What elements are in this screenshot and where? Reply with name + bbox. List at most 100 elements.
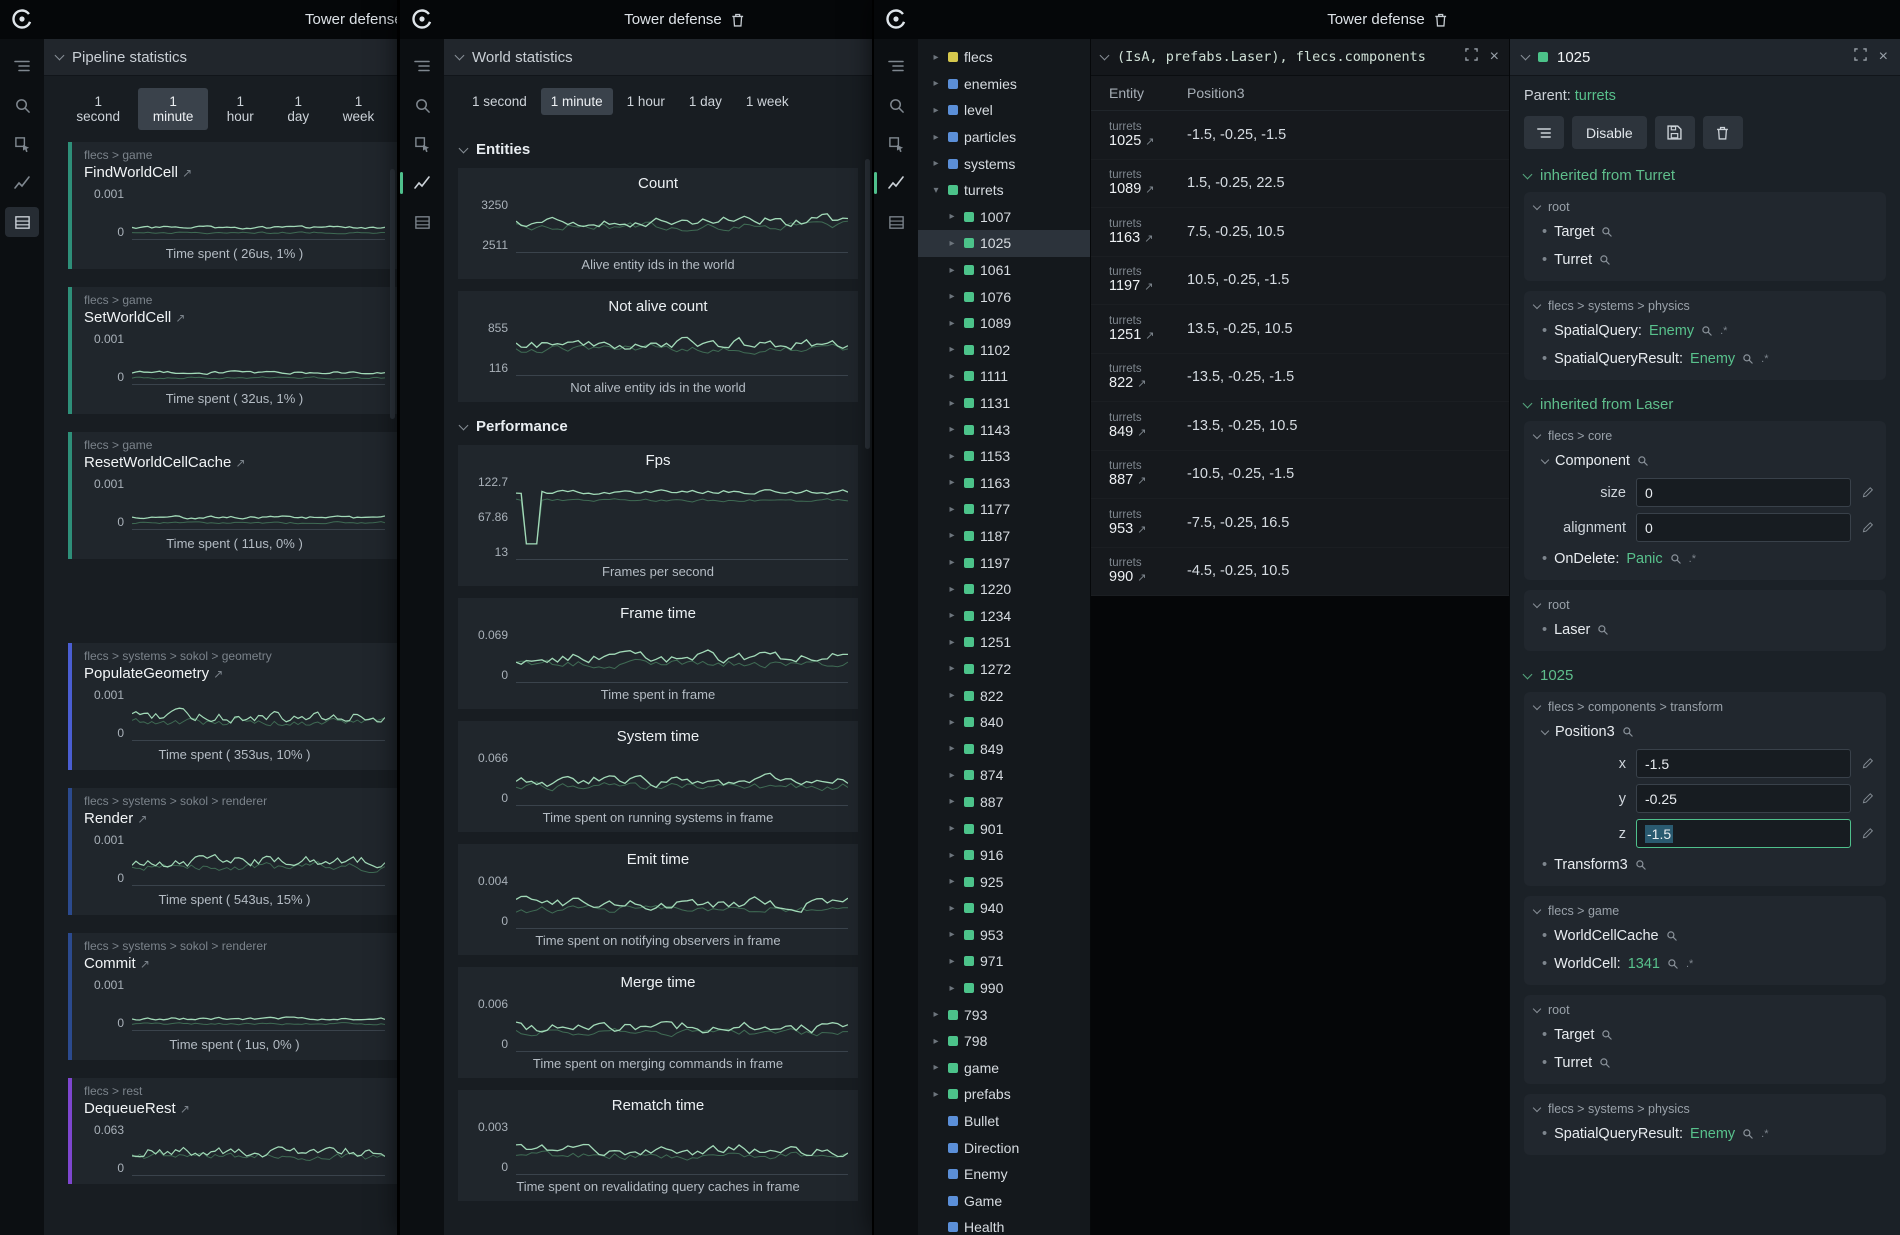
tree-item-840[interactable]: ▸840	[918, 709, 1090, 736]
tree-view-icon[interactable]	[5, 51, 39, 81]
system-name-link[interactable]: Commit ↗	[84, 955, 385, 972]
inspect-icon[interactable]	[405, 129, 439, 159]
expand-arrow-icon[interactable]: ▸	[946, 663, 958, 674]
expand-arrow-icon[interactable]: ▸	[946, 477, 958, 488]
expand-arrow-icon[interactable]: ▸	[930, 105, 942, 116]
edit-pencil-icon[interactable]	[1861, 486, 1874, 499]
tree-item-1007[interactable]: ▸1007	[918, 204, 1090, 231]
expand-arrow-icon[interactable]: ▸	[946, 690, 958, 701]
inspect-icon[interactable]	[879, 129, 913, 159]
time-range-1-day[interactable]: 1 day	[679, 88, 732, 115]
tree-item-1187[interactable]: ▸1187	[918, 523, 1090, 550]
tree-item-1111[interactable]: ▸1111	[918, 363, 1090, 390]
system-name-link[interactable]: Render ↗	[84, 810, 385, 827]
tree-item-prefabs[interactable]: ▸prefabs	[918, 1081, 1090, 1108]
edit-pencil-icon[interactable]	[1861, 792, 1874, 805]
search-icon[interactable]	[879, 90, 913, 120]
expand-arrow-icon[interactable]: ▸	[946, 584, 958, 595]
query-icon[interactable]	[1667, 958, 1679, 970]
tree-item-game[interactable]: ▸game	[918, 1055, 1090, 1082]
inspector-section-title[interactable]: inherited from Turret	[1524, 167, 1886, 184]
tree-item-849[interactable]: ▸849	[918, 735, 1090, 762]
tree-item-1177[interactable]: ▸1177	[918, 496, 1090, 523]
module-path[interactable]: flecs > systems > physics	[1534, 1099, 1876, 1120]
chevron-down-icon[interactable]	[1521, 51, 1531, 61]
query-icon[interactable]	[1601, 1029, 1613, 1041]
query-icon[interactable]	[1635, 859, 1647, 871]
tag-Transform3[interactable]: •Transform3	[1534, 851, 1876, 879]
scrollbar-thumb[interactable]	[390, 169, 395, 419]
save-button[interactable]	[1655, 116, 1695, 149]
expand-arrow-icon[interactable]: ▸	[930, 1036, 942, 1047]
module-path[interactable]: flecs > game	[1534, 901, 1876, 922]
tree-item-1153[interactable]: ▸1153	[918, 443, 1090, 470]
time-range-1-day[interactable]: 1 day	[273, 88, 325, 130]
tag-Turret[interactable]: •Turret	[1534, 246, 1876, 274]
section-header-performance[interactable]: Performance	[460, 418, 872, 435]
query-icon[interactable]	[1597, 624, 1609, 636]
inspector-section-title[interactable]: inherited from Laser	[1524, 396, 1886, 413]
edit-pencil-icon[interactable]	[1861, 757, 1874, 770]
tag-SpatialQueryResult[interactable]: •SpatialQueryResult:Enemy.*	[1534, 1120, 1876, 1148]
tag-value[interactable]: Enemy	[1690, 1126, 1735, 1142]
expand-arrow-icon[interactable]: ▸	[946, 398, 958, 409]
expand-icon[interactable]	[1854, 48, 1867, 66]
field-input-size[interactable]	[1636, 478, 1851, 507]
expand-arrow-icon[interactable]: ▸	[946, 424, 958, 435]
tree-item-916[interactable]: ▸916	[918, 842, 1090, 869]
tree-item-1025[interactable]: ▸1025	[918, 230, 1090, 257]
entity-link[interactable]: 990 ↗	[1109, 569, 1187, 585]
edit-pencil-icon[interactable]	[1861, 521, 1874, 534]
query-icon[interactable]	[1599, 254, 1611, 266]
entity-link[interactable]: 953 ↗	[1109, 521, 1187, 537]
tree-item-particles[interactable]: ▸particles	[918, 124, 1090, 151]
expand-arrow-icon[interactable]: ▸	[946, 903, 958, 914]
tag-value[interactable]: 1341	[1628, 956, 1660, 972]
component-Component[interactable]: Component	[1534, 447, 1876, 475]
tag-Target[interactable]: •Target	[1534, 218, 1876, 246]
module-path[interactable]: root	[1534, 1000, 1876, 1021]
tree-item-901[interactable]: ▸901	[918, 815, 1090, 842]
expand-arrow-icon[interactable]: ▸	[930, 78, 942, 89]
delete-button[interactable]	[1703, 116, 1743, 149]
expand-arrow-icon[interactable]: ▸	[946, 530, 958, 541]
query-icon[interactable]	[1622, 726, 1634, 738]
system-name-link[interactable]: DequeueRest ↗	[84, 1100, 385, 1117]
time-range-1-week[interactable]: 1 week	[328, 88, 389, 130]
tree-item-Enemy[interactable]: Enemy	[918, 1161, 1090, 1188]
expand-arrow-icon[interactable]: ▸	[946, 637, 958, 648]
expand-icon[interactable]	[1465, 48, 1478, 66]
system-name-link[interactable]: SetWorldCell ↗	[84, 309, 385, 326]
tree-item-1220[interactable]: ▸1220	[918, 576, 1090, 603]
inspector-section-title[interactable]: 1025	[1524, 667, 1886, 684]
tree-item-798[interactable]: ▸798	[918, 1028, 1090, 1055]
expand-arrow-icon[interactable]: ▸	[946, 956, 958, 967]
expand-arrow-icon[interactable]: ▸	[946, 983, 958, 994]
search-icon[interactable]	[405, 90, 439, 120]
tree-item-940[interactable]: ▸940	[918, 895, 1090, 922]
tag-SpatialQuery[interactable]: •SpatialQuery:Enemy.*	[1534, 317, 1876, 345]
time-range-1-hour[interactable]: 1 hour	[212, 88, 269, 130]
tag-WorldCell[interactable]: •WorldCell:1341.*	[1534, 950, 1876, 978]
trash-icon[interactable]	[1434, 13, 1447, 27]
expand-arrow-icon[interactable]: ▸	[946, 371, 958, 382]
tree-item-953[interactable]: ▸953	[918, 922, 1090, 949]
tree-item-1272[interactable]: ▸1272	[918, 656, 1090, 683]
time-range-1-second[interactable]: 1 second	[62, 88, 134, 130]
expand-arrow-icon[interactable]: ▸	[930, 1089, 942, 1100]
expand-arrow-icon[interactable]: ▸	[946, 717, 958, 728]
entity-link[interactable]: 1089 ↗	[1109, 181, 1187, 197]
time-range-1-second[interactable]: 1 second	[462, 88, 537, 115]
tag-Laser[interactable]: •Laser	[1534, 616, 1876, 644]
tag-WorldCellCache[interactable]: •WorldCellCache	[1534, 922, 1876, 950]
tree-item-1234[interactable]: ▸1234	[918, 602, 1090, 629]
expand-arrow-icon[interactable]: ▸	[946, 796, 958, 807]
tree-item-971[interactable]: ▸971	[918, 948, 1090, 975]
tree-item-1143[interactable]: ▸1143	[918, 416, 1090, 443]
query-icon[interactable]	[1601, 226, 1613, 238]
expand-arrow-icon[interactable]: ▾	[930, 185, 942, 196]
tree-item-flecs[interactable]: ▸flecs	[918, 44, 1090, 71]
tree-item-Health[interactable]: Health	[918, 1214, 1090, 1235]
field-input-y[interactable]	[1636, 784, 1851, 813]
expand-arrow-icon[interactable]: ▸	[946, 770, 958, 781]
